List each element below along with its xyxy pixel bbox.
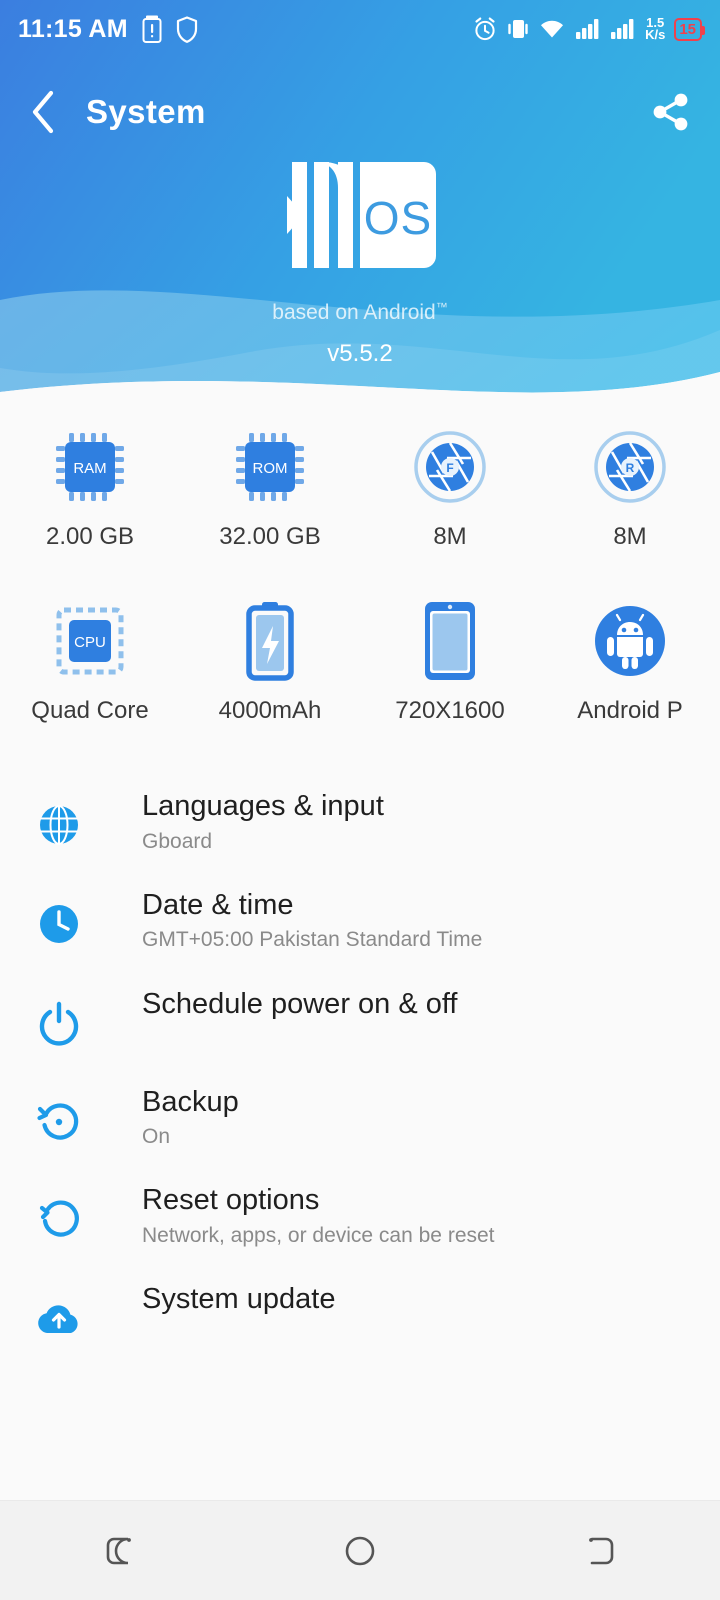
status-clock: 11:15 AM (18, 14, 128, 43)
list-item-date-time[interactable]: Date & time GMT+05:00 Pakistan Standard … (0, 869, 720, 968)
spec-front-camera-label: 8M (433, 523, 467, 550)
status-bar: 11:15 AM 1.5 K/s 15 (0, 0, 720, 58)
spec-rear-camera: R 8M (540, 425, 720, 551)
list-item-text: Languages & input Gboard (142, 784, 384, 855)
list-item-text: Backup On (142, 1080, 239, 1151)
svg-text:ROM: ROM (253, 460, 288, 477)
list-item-subtitle: On (142, 1125, 171, 1149)
status-bar-left: 11:15 AM (18, 15, 198, 44)
spec-cpu-label: Quad Core (31, 697, 149, 724)
spec-rear-camera-label: 8M (613, 523, 647, 550)
spec-cpu: CPU Quad Core (0, 599, 180, 725)
rear-camera-icon: R (591, 425, 669, 509)
spec-android-version: Android P (540, 599, 720, 725)
network-speed-indicator: 1.5 K/s (645, 16, 666, 42)
list-item-text: System update (142, 1277, 335, 1318)
svg-text:R: R (626, 461, 635, 475)
wifi-icon (541, 20, 564, 38)
share-icon[interactable] (650, 91, 692, 133)
list-item-text: Reset options Network, apps, or device c… (142, 1178, 495, 1249)
list-item-title: Backup (142, 1085, 239, 1118)
svg-text:OS: OS (364, 192, 432, 244)
trademark-symbol: ™ (435, 300, 448, 314)
alarm-icon (475, 17, 495, 41)
vibrate-icon (508, 20, 528, 38)
os-version-label: v5.5.2 (327, 340, 393, 367)
signal-sim1-icon (576, 19, 599, 39)
spec-row-2: CPU Quad Core 4000mAh 720X1600 Android P (0, 599, 720, 725)
reset-icon (30, 1190, 88, 1248)
list-item-text: Date & time GMT+05:00 Pakistan Standard … (142, 883, 482, 954)
back-icon[interactable] (540, 1501, 660, 1600)
svg-text:CPU: CPU (74, 634, 106, 651)
spec-battery: 4000mAh (180, 599, 360, 725)
android-icon (591, 599, 669, 683)
svg-text:F: F (446, 461, 453, 475)
battery-alert-icon (142, 15, 162, 43)
list-item-languages-input[interactable]: Languages & input Gboard (0, 770, 720, 869)
xos-logo: OS (0, 148, 720, 288)
list-item-title: Date & time (142, 888, 294, 921)
spec-android-label: Android P (577, 697, 683, 724)
list-item-title: System update (142, 1283, 336, 1316)
system-navigation-bar (0, 1500, 720, 1600)
list-item-schedule-power[interactable]: Schedule power on & off (0, 968, 720, 1066)
spec-rom-label: 32.00 GB (219, 523, 321, 550)
settings-list: Languages & input Gboard Date & time GMT… (0, 770, 720, 1361)
hero-header: 11:15 AM 1.5 K/s 15 System OS based on A… (0, 0, 720, 400)
power-icon (30, 994, 88, 1052)
spec-ram-label: 2.00 GB (45, 523, 135, 550)
signal-sim2-icon (611, 19, 634, 39)
globe-icon (30, 796, 88, 854)
based-on-text: based on Android (272, 301, 436, 324)
spec-front-camera: F 8M (360, 425, 540, 551)
clock-icon (30, 895, 88, 953)
front-camera-icon: F (411, 425, 489, 509)
battery-percent-badge: 15 (674, 17, 705, 41)
list-item-subtitle: GMT+05:00 Pakistan Standard Time (142, 928, 483, 952)
chevron-left-icon[interactable] (28, 89, 58, 135)
list-item-reset-options[interactable]: Reset options Network, apps, or device c… (0, 1164, 720, 1263)
spec-row-1: RAM 2.00 GB ROM 32.00 GB F 8M R 8M (0, 425, 720, 551)
svg-text:RAM: RAM (73, 460, 106, 477)
network-speed-unit: K/s (645, 27, 666, 42)
battery-icon (240, 599, 300, 683)
list-item-title: Reset options (142, 1184, 320, 1217)
spec-rom: ROM 32.00 GB (180, 425, 360, 551)
recents-icon[interactable] (60, 1501, 180, 1600)
spec-battery-label: 4000mAh (218, 697, 322, 724)
list-item-text: Schedule power on & off (142, 982, 457, 1023)
status-bar-right: 1.5 K/s 15 (472, 16, 705, 42)
ram-chip-icon: RAM (50, 425, 130, 509)
screen-icon (419, 599, 481, 683)
system-settings-screen: 11:15 AM 1.5 K/s 15 System OS based on A… (0, 0, 720, 1600)
list-item-title: Schedule power on & off (142, 987, 458, 1020)
page-title: System (86, 93, 206, 130)
spec-screen: 720X1600 (360, 599, 540, 725)
spec-screen-label: 720X1600 (395, 697, 505, 724)
backup-icon (30, 1092, 88, 1150)
app-bar: System (0, 74, 720, 150)
based-on-android-label: based on Android™ (0, 300, 720, 325)
list-item-system-update[interactable]: System update (0, 1263, 720, 1361)
device-specs-grid: RAM 2.00 GB ROM 32.00 GB F 8M R 8M CPU Q… (0, 425, 720, 725)
shield-icon (176, 15, 197, 43)
rom-chip-icon: ROM (230, 425, 310, 509)
list-item-backup[interactable]: Backup On (0, 1066, 720, 1165)
list-item-subtitle: Network, apps, or device can be reset (142, 1223, 495, 1247)
cpu-chip-icon: CPU (50, 599, 130, 683)
list-item-subtitle: Gboard (142, 829, 213, 853)
list-item-title: Languages & input (142, 790, 384, 822)
home-icon[interactable] (300, 1501, 420, 1600)
spec-ram: RAM 2.00 GB (0, 425, 180, 551)
cloud-upload-icon (30, 1289, 88, 1347)
